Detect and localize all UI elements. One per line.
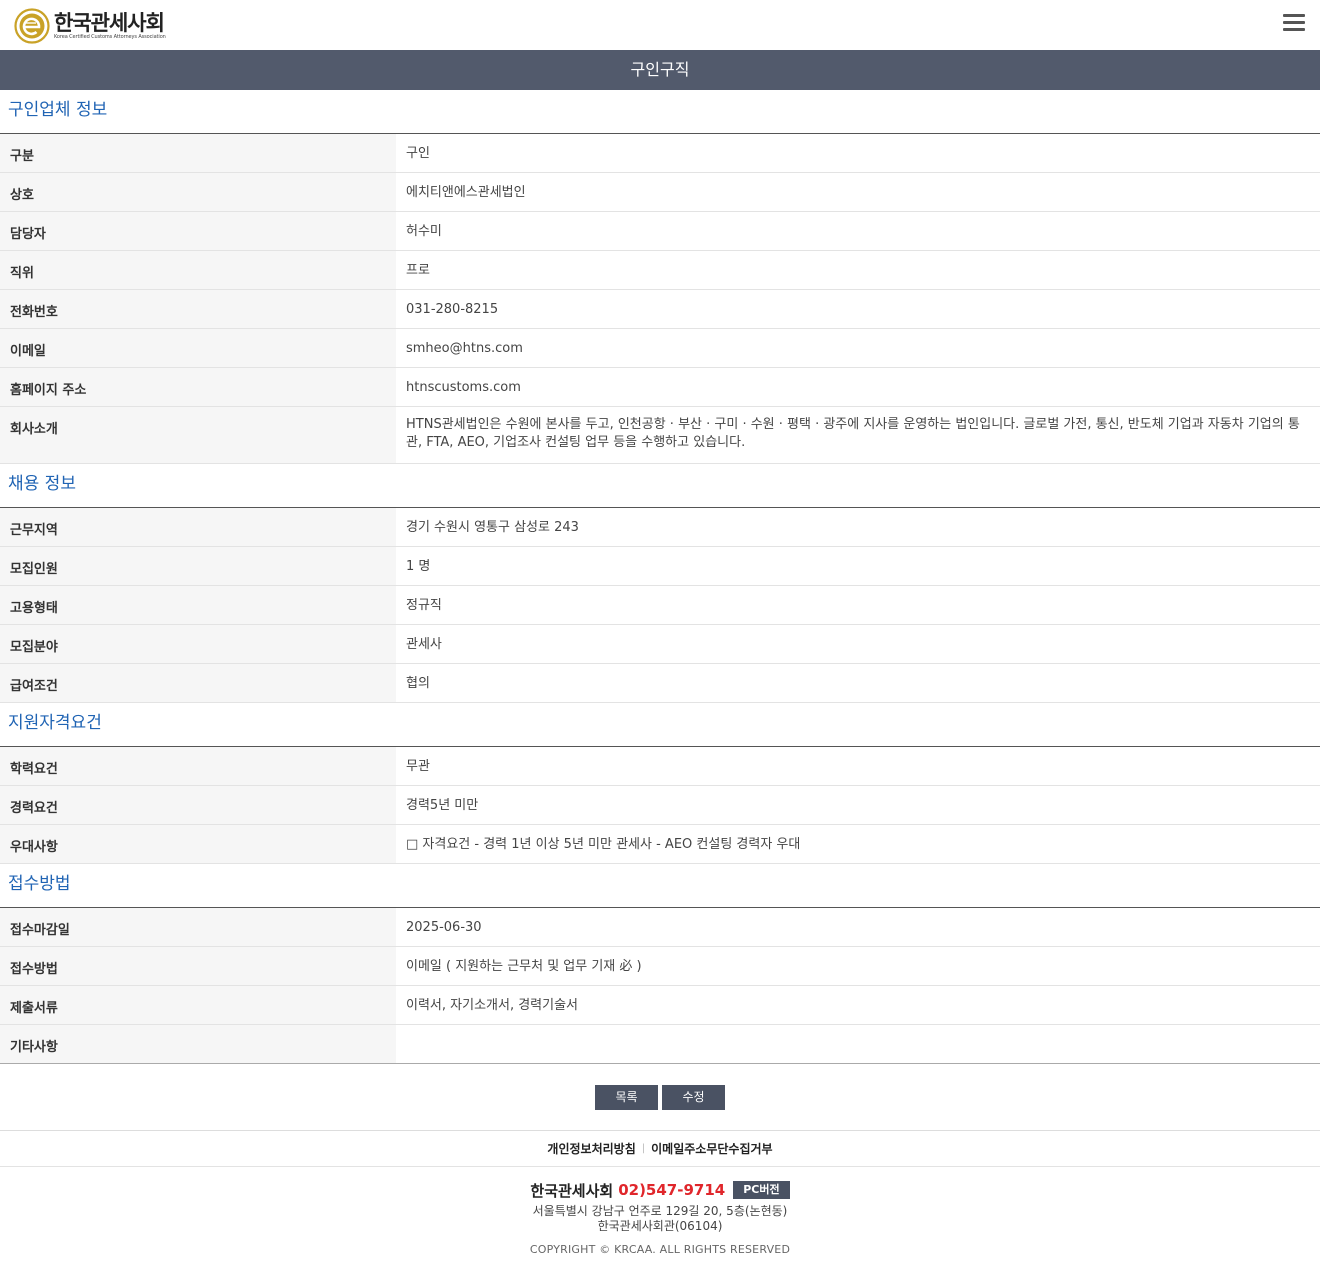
section-title-recruit: 채용 정보: [0, 464, 1320, 508]
table-row: 제출서류 이력서, 자기소개서, 경력기술서: [0, 986, 1320, 1025]
row-label: 전화번호: [0, 290, 396, 328]
logo-subtitle: Korea Certified Customs Attorneys Associ…: [54, 33, 166, 40]
row-label: 근무지역: [0, 508, 396, 546]
row-label: 상호: [0, 173, 396, 211]
table-row: 전화번호 031-280-8215: [0, 290, 1320, 329]
logo-name: 한국관세사회: [54, 10, 165, 35]
footer-link-separator: |: [641, 1143, 646, 1154]
row-value: 이메일 ( 지원하는 근무처 및 업무 기재 必 ): [406, 959, 642, 974]
row-value: 협의: [406, 676, 430, 691]
table-row: 학력요건 무관: [0, 747, 1320, 786]
site-header: 한국관세사회 Korea Certified Customs Attorneys…: [0, 0, 1320, 50]
row-value: 이력서, 자기소개서, 경력기술서: [406, 998, 579, 1013]
table-row: 모집분야 관세사: [0, 625, 1320, 664]
row-label: 담당자: [0, 212, 396, 250]
row-value: [396, 1025, 1320, 1063]
row-value: 무관: [406, 759, 430, 774]
row-value: 1 명: [406, 559, 431, 574]
action-buttons: 목록 수정: [0, 1064, 1320, 1131]
footer-address-line2: 한국관세사회관(06104): [597, 1219, 723, 1233]
row-value: □ 자격요건 - 경력 1년 이상 5년 미만 관세사 - AEO 컨설팅 경력…: [406, 837, 801, 852]
row-value: 에치티앤에스관세법인: [406, 185, 526, 200]
table-row: 경력요건 경력5년 미만: [0, 786, 1320, 825]
footer-phone: 02)547-9714: [618, 1181, 726, 1199]
email-refusal-link[interactable]: 이메일주소무단수집거부: [651, 1140, 772, 1157]
section-title-qualify: 지원자격요건: [0, 703, 1320, 747]
table-row: 홈페이지 주소 htnscustoms.com: [0, 368, 1320, 407]
page-title: 구인구직: [0, 50, 1320, 90]
table-row: 담당자 허수미: [0, 212, 1320, 251]
row-value: 허수미: [406, 224, 442, 239]
footer-links: 개인정보처리방침 | 이메일주소무단수집거부: [0, 1131, 1320, 1167]
table-row: 접수방법 이메일 ( 지원하는 근무처 및 업무 기재 必 ): [0, 947, 1320, 986]
table-row: 급여조건 협의: [0, 664, 1320, 703]
edit-button[interactable]: 수정: [662, 1085, 725, 1110]
table-row: 구분 구인: [0, 134, 1320, 173]
row-label: 모집인원: [0, 547, 396, 585]
row-label: 이메일: [0, 329, 396, 367]
privacy-policy-link[interactable]: 개인정보처리방침: [547, 1140, 635, 1157]
table-row: 접수마감일 2025-06-30: [0, 908, 1320, 947]
row-label: 접수방법: [0, 947, 396, 985]
section-title-company: 구인업체 정보: [0, 90, 1320, 134]
footer-info: 한국관세사회 02)547-9714 PC버전 서울특별시 강남구 언주로 12…: [0, 1167, 1320, 1256]
table-row: 근무지역 경기 수원시 영통구 삼성로 243: [0, 508, 1320, 547]
table-row: 우대사항 □ 자격요건 - 경력 1년 이상 5년 미만 관세사 - AEO 컨설…: [0, 825, 1320, 864]
row-value: 관세사: [406, 637, 442, 652]
table-row: 직위 프로: [0, 251, 1320, 290]
row-value: 경기 수원시 영통구 삼성로 243: [406, 520, 579, 535]
table-row: 기타사항: [0, 1025, 1320, 1064]
row-label: 홈페이지 주소: [0, 368, 396, 406]
row-label: 구분: [0, 134, 396, 172]
row-label: 직위: [0, 251, 396, 289]
row-value: 031-280-8215: [406, 302, 499, 317]
list-button[interactable]: 목록: [595, 1085, 658, 1110]
row-label: 기타사항: [0, 1025, 396, 1063]
row-value: HTNS관세법인은 수원에 본사를 두고, 인천공항 · 부산 · 구미 · 수…: [406, 417, 1300, 450]
row-value: 2025-06-30: [406, 920, 482, 935]
row-value: smheo@htns.com: [406, 341, 523, 356]
table-row: 상호 에치티앤에스관세법인: [0, 173, 1320, 212]
row-value: htnscustoms.com: [406, 380, 521, 395]
row-value: 정규직: [406, 598, 442, 613]
row-label: 모집분야: [0, 625, 396, 663]
site-logo[interactable]: 한국관세사회 Korea Certified Customs Attorneys…: [14, 8, 166, 44]
row-value: 구인: [406, 146, 430, 161]
footer-copyright: COPYRIGHT © KRCAA. ALL RIGHTS RESERVED: [529, 1243, 791, 1256]
footer-address-line1: 서울특별시 강남구 언주로 129길 20, 5층(논현동): [532, 1204, 788, 1218]
row-value: 프로: [406, 263, 430, 278]
table-row: 이메일 smheo@htns.com: [0, 329, 1320, 368]
footer-org-name: 한국관세사회: [530, 1181, 614, 1200]
hamburger-menu-icon[interactable]: [1283, 14, 1305, 32]
row-label: 경력요건: [0, 786, 396, 824]
row-label: 고용형태: [0, 586, 396, 624]
row-value: 경력5년 미만: [406, 798, 479, 813]
row-label: 회사소개: [0, 407, 396, 463]
table-row: 회사소개 HTNS관세법인은 수원에 본사를 두고, 인천공항 · 부산 · 구미…: [0, 407, 1320, 464]
row-label: 접수마감일: [0, 908, 396, 946]
row-label: 학력요건: [0, 747, 396, 785]
row-label: 우대사항: [0, 825, 396, 863]
pc-version-button[interactable]: PC버전: [733, 1181, 790, 1199]
table-row: 모집인원 1 명: [0, 547, 1320, 586]
row-label: 제출서류: [0, 986, 396, 1024]
table-row: 고용형태 정규직: [0, 586, 1320, 625]
job-detail: 구인업체 정보 구분 구인상호 에치티앤에스관세법인담당자 허수미직위 프로전화번호 031…: [0, 90, 1320, 1064]
row-label: 급여조건: [0, 664, 396, 702]
section-title-apply: 접수방법: [0, 864, 1320, 908]
krcaa-logo-icon: [14, 8, 50, 44]
